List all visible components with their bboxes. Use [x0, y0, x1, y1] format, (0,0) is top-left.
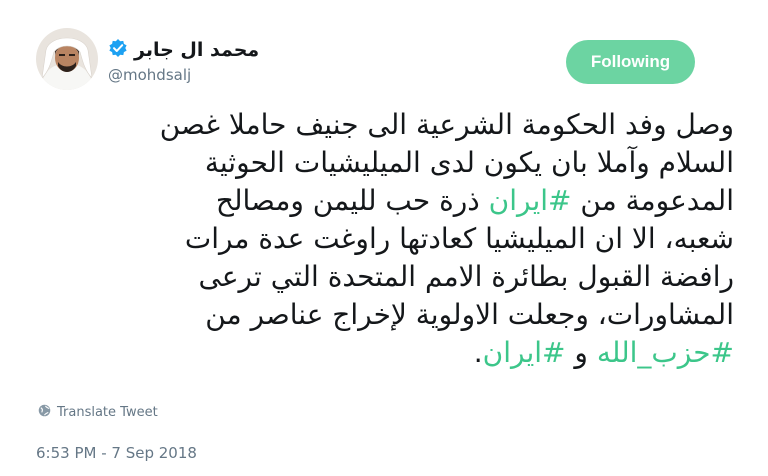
tweet-text-segment: وصل وفد الحكومة الشرعية الى جنيف حاملا غ…	[159, 108, 734, 141]
translate-label: Translate Tweet	[57, 405, 158, 420]
verified-badge-icon	[108, 38, 128, 62]
following-button[interactable]: Following	[566, 40, 695, 84]
tweet-line: شعبه، الا ان الميليشيا كعادتها راوغت عدة…	[36, 220, 734, 258]
tweet-text-segment: ذرة حب لليمن ومصالح	[215, 184, 489, 217]
tweet-text-segment: و	[565, 336, 597, 369]
user-name-row[interactable]: محمد ال جابر	[108, 38, 259, 62]
hashtag-link[interactable]: #حزب_الله	[597, 336, 734, 369]
avatar-image	[36, 28, 98, 90]
tweet-line: السلام وآملا بان يكون لدى الميليشيات الح…	[36, 144, 734, 182]
tweet-line: وصل وفد الحكومة الشرعية الى جنيف حاملا غ…	[36, 106, 734, 144]
globe-icon	[38, 404, 51, 421]
tweet-text-segment: شعبه، الا ان الميليشيا كعادتها راوغت عدة…	[184, 222, 734, 255]
hashtag-link[interactable]: #ايران	[483, 336, 566, 369]
tweet-text-segment: رافضة القبول بطائرة الامم المتحدة التي ت…	[198, 260, 734, 293]
hashtag-link[interactable]: #ايران	[489, 184, 572, 217]
tweet-text-segment: المشاورات، وجعلت الاولوية لإخراج عناصر م…	[205, 298, 734, 331]
tweet-text: وصل وفد الحكومة الشرعية الى جنيف حاملا غ…	[36, 106, 734, 372]
tweet-timestamp[interactable]: 6:53 PM - 7 Sep 2018	[36, 444, 197, 462]
avatar[interactable]	[36, 28, 98, 90]
display-name[interactable]: محمد ال جابر	[134, 39, 259, 61]
tweet-text-segment: المدعومة من	[571, 184, 734, 217]
tweet-line: المشاورات، وجعلت الاولوية لإخراج عناصر م…	[36, 296, 734, 334]
tweet-text-segment: .	[473, 336, 483, 369]
tweet-line: المدعومة من #ايران ذرة حب لليمن ومصالح	[36, 182, 734, 220]
tweet-line: رافضة القبول بطائرة الامم المتحدة التي ت…	[36, 258, 734, 296]
tweet-line: #حزب_الله و #ايران.	[36, 334, 734, 372]
translate-tweet-link[interactable]: Translate Tweet	[38, 404, 158, 421]
tweet-text-segment: السلام وآملا بان يكون لدى الميليشيات الح…	[204, 146, 734, 179]
user-handle[interactable]: @mohdsalj	[108, 66, 191, 84]
